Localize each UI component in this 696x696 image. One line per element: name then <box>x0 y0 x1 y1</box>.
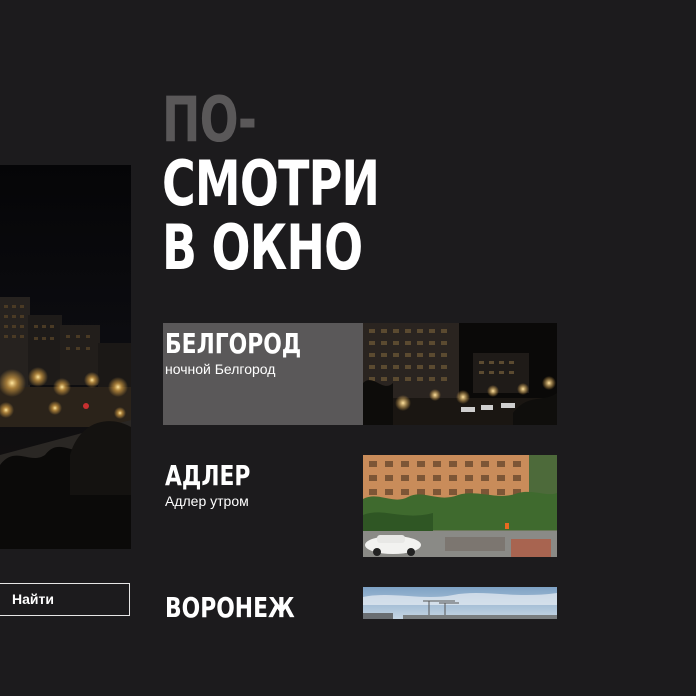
city-subtitle: Адлер утром <box>165 493 249 509</box>
city-name: АДЛЕР <box>165 459 251 492</box>
morning-courtyard-photo <box>363 455 557 557</box>
night-city-image <box>0 165 131 549</box>
city-name: ВОРОНЕЖ <box>165 591 295 624</box>
day-skyline-photo <box>363 587 557 619</box>
city-card-adler[interactable]: АДЛЕР Адлер утром <box>163 455 557 557</box>
city-thumbnail[interactable] <box>363 455 557 557</box>
hero-window-photo <box>0 165 131 549</box>
page: Найти ПО- СМОТРИ В ОКНО БЕЛГОРОД ночной … <box>0 0 696 696</box>
search-button[interactable]: Найти <box>0 583 130 616</box>
title-line-2: СМОТРИ <box>162 147 380 220</box>
city-card-text: ВОРОНЕЖ <box>163 587 363 624</box>
title-line-3: В ОКНО <box>162 211 363 284</box>
city-subtitle: ночной Белгород <box>165 361 276 377</box>
city-card-belgorod[interactable]: БЕЛГОРОД ночной Белгород <box>163 323 557 425</box>
night-city-photo <box>363 323 557 425</box>
city-thumbnail[interactable] <box>363 587 557 619</box>
city-thumbnail[interactable] <box>363 323 557 425</box>
city-card-text: БЕЛГОРОД ночной Белгород <box>163 323 363 425</box>
city-name: БЕЛГОРОД <box>165 327 302 360</box>
title-line-1: ПО- <box>162 83 257 156</box>
city-card-text: АДЛЕР Адлер утром <box>163 455 363 557</box>
city-card-voronezh[interactable]: ВОРОНЕЖ <box>163 587 557 624</box>
page-title: ПО- СМОТРИ В ОКНО <box>162 83 380 284</box>
